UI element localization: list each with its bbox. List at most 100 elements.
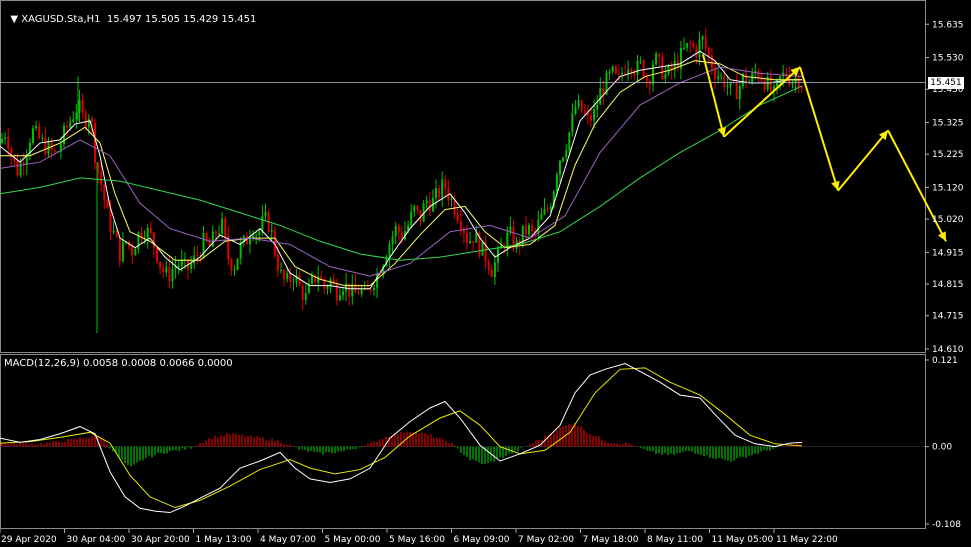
candle <box>394 222 397 245</box>
candle-body <box>177 265 180 267</box>
candle-body <box>568 132 571 151</box>
candle-body <box>270 230 273 232</box>
candle-body <box>549 207 552 210</box>
candle-body <box>193 255 196 264</box>
candle <box>664 66 667 84</box>
candle-body <box>230 259 233 271</box>
candle <box>565 143 568 162</box>
candle <box>689 39 692 54</box>
candle-body <box>255 235 258 237</box>
candle-body <box>689 43 692 45</box>
forecast-segment <box>799 66 839 191</box>
candle-body <box>701 36 704 40</box>
candle-body <box>459 220 462 230</box>
candle-body <box>326 286 329 289</box>
x-tick-label: 6 May 09:00 <box>454 535 510 545</box>
axes: 15.63515.53015.43015.32515.22515.12015.0… <box>0 20 964 545</box>
y-tick-label: 15.635 <box>932 20 964 30</box>
candle-body <box>438 188 441 198</box>
x-tick-label: 29 Apr 2020 <box>1 535 57 545</box>
candle-body <box>800 86 803 88</box>
candle <box>307 278 310 295</box>
candle <box>159 261 162 275</box>
candle-body <box>152 232 155 248</box>
candle-body <box>571 113 574 133</box>
candle <box>249 229 251 254</box>
candle-body <box>686 43 689 48</box>
candle <box>791 80 794 89</box>
candle-body <box>692 43 695 48</box>
candle <box>146 224 149 249</box>
candle <box>187 258 189 280</box>
candle-body <box>301 285 304 300</box>
candle-body <box>236 258 239 270</box>
y-tick-label: 15.530 <box>932 54 964 64</box>
candle <box>391 230 394 255</box>
x-tick-label: 5 May 00:00 <box>325 535 381 545</box>
candle-body <box>723 75 726 88</box>
candle <box>590 107 592 127</box>
x-tick-label: 8 May 11:00 <box>647 535 703 545</box>
candle <box>140 226 143 244</box>
collapse-triangle-icon[interactable]: ▼ <box>10 14 21 25</box>
candle <box>373 284 375 296</box>
candle <box>360 284 363 298</box>
candle <box>425 195 428 210</box>
candle <box>559 159 561 183</box>
candle-body <box>717 76 720 79</box>
candle <box>658 52 661 66</box>
candle-body <box>4 137 7 140</box>
candle <box>38 122 41 140</box>
candle <box>149 220 152 236</box>
candle-body <box>121 241 124 262</box>
candle <box>745 67 747 89</box>
candle <box>128 240 131 251</box>
candle <box>655 51 658 67</box>
candle-body <box>596 104 599 110</box>
candle <box>497 245 499 273</box>
candle <box>701 34 704 50</box>
candle-body <box>391 236 394 245</box>
candle <box>686 42 689 52</box>
candle-body <box>224 218 227 237</box>
candle <box>726 75 729 96</box>
candle <box>196 245 199 265</box>
candle-body <box>66 125 69 128</box>
x-tick-label: 7 May 18:00 <box>583 535 639 545</box>
candle <box>137 231 140 254</box>
candle <box>521 225 524 249</box>
candle-body <box>304 293 307 300</box>
candle-body <box>506 232 509 249</box>
candle <box>252 230 255 241</box>
candle <box>369 288 372 294</box>
candle-body <box>149 227 152 233</box>
candle <box>4 132 7 145</box>
candle <box>683 37 685 50</box>
price-panel[interactable] <box>0 27 947 334</box>
candle-body <box>785 72 788 77</box>
candle <box>493 254 496 285</box>
candle-body <box>745 73 747 83</box>
candle <box>729 81 732 95</box>
candle-body <box>35 126 38 129</box>
x-tick-label: 11 May 22:00 <box>776 535 838 545</box>
candle-body <box>261 215 264 232</box>
candle-body <box>683 47 685 49</box>
candle-body <box>131 246 134 256</box>
candle <box>537 210 540 242</box>
candle-body <box>614 66 617 74</box>
candle <box>447 179 450 207</box>
macd-panel[interactable] <box>0 363 925 514</box>
candle-body <box>345 283 348 292</box>
candle <box>81 93 84 119</box>
candle-body <box>475 232 478 243</box>
candle-body <box>763 80 766 90</box>
candle <box>698 31 701 66</box>
candle <box>224 216 227 240</box>
candle <box>580 99 583 113</box>
candle <box>611 65 614 75</box>
candle-body <box>630 69 633 73</box>
candle <box>422 199 425 222</box>
candle-body <box>559 160 561 175</box>
candle-body <box>704 36 707 49</box>
